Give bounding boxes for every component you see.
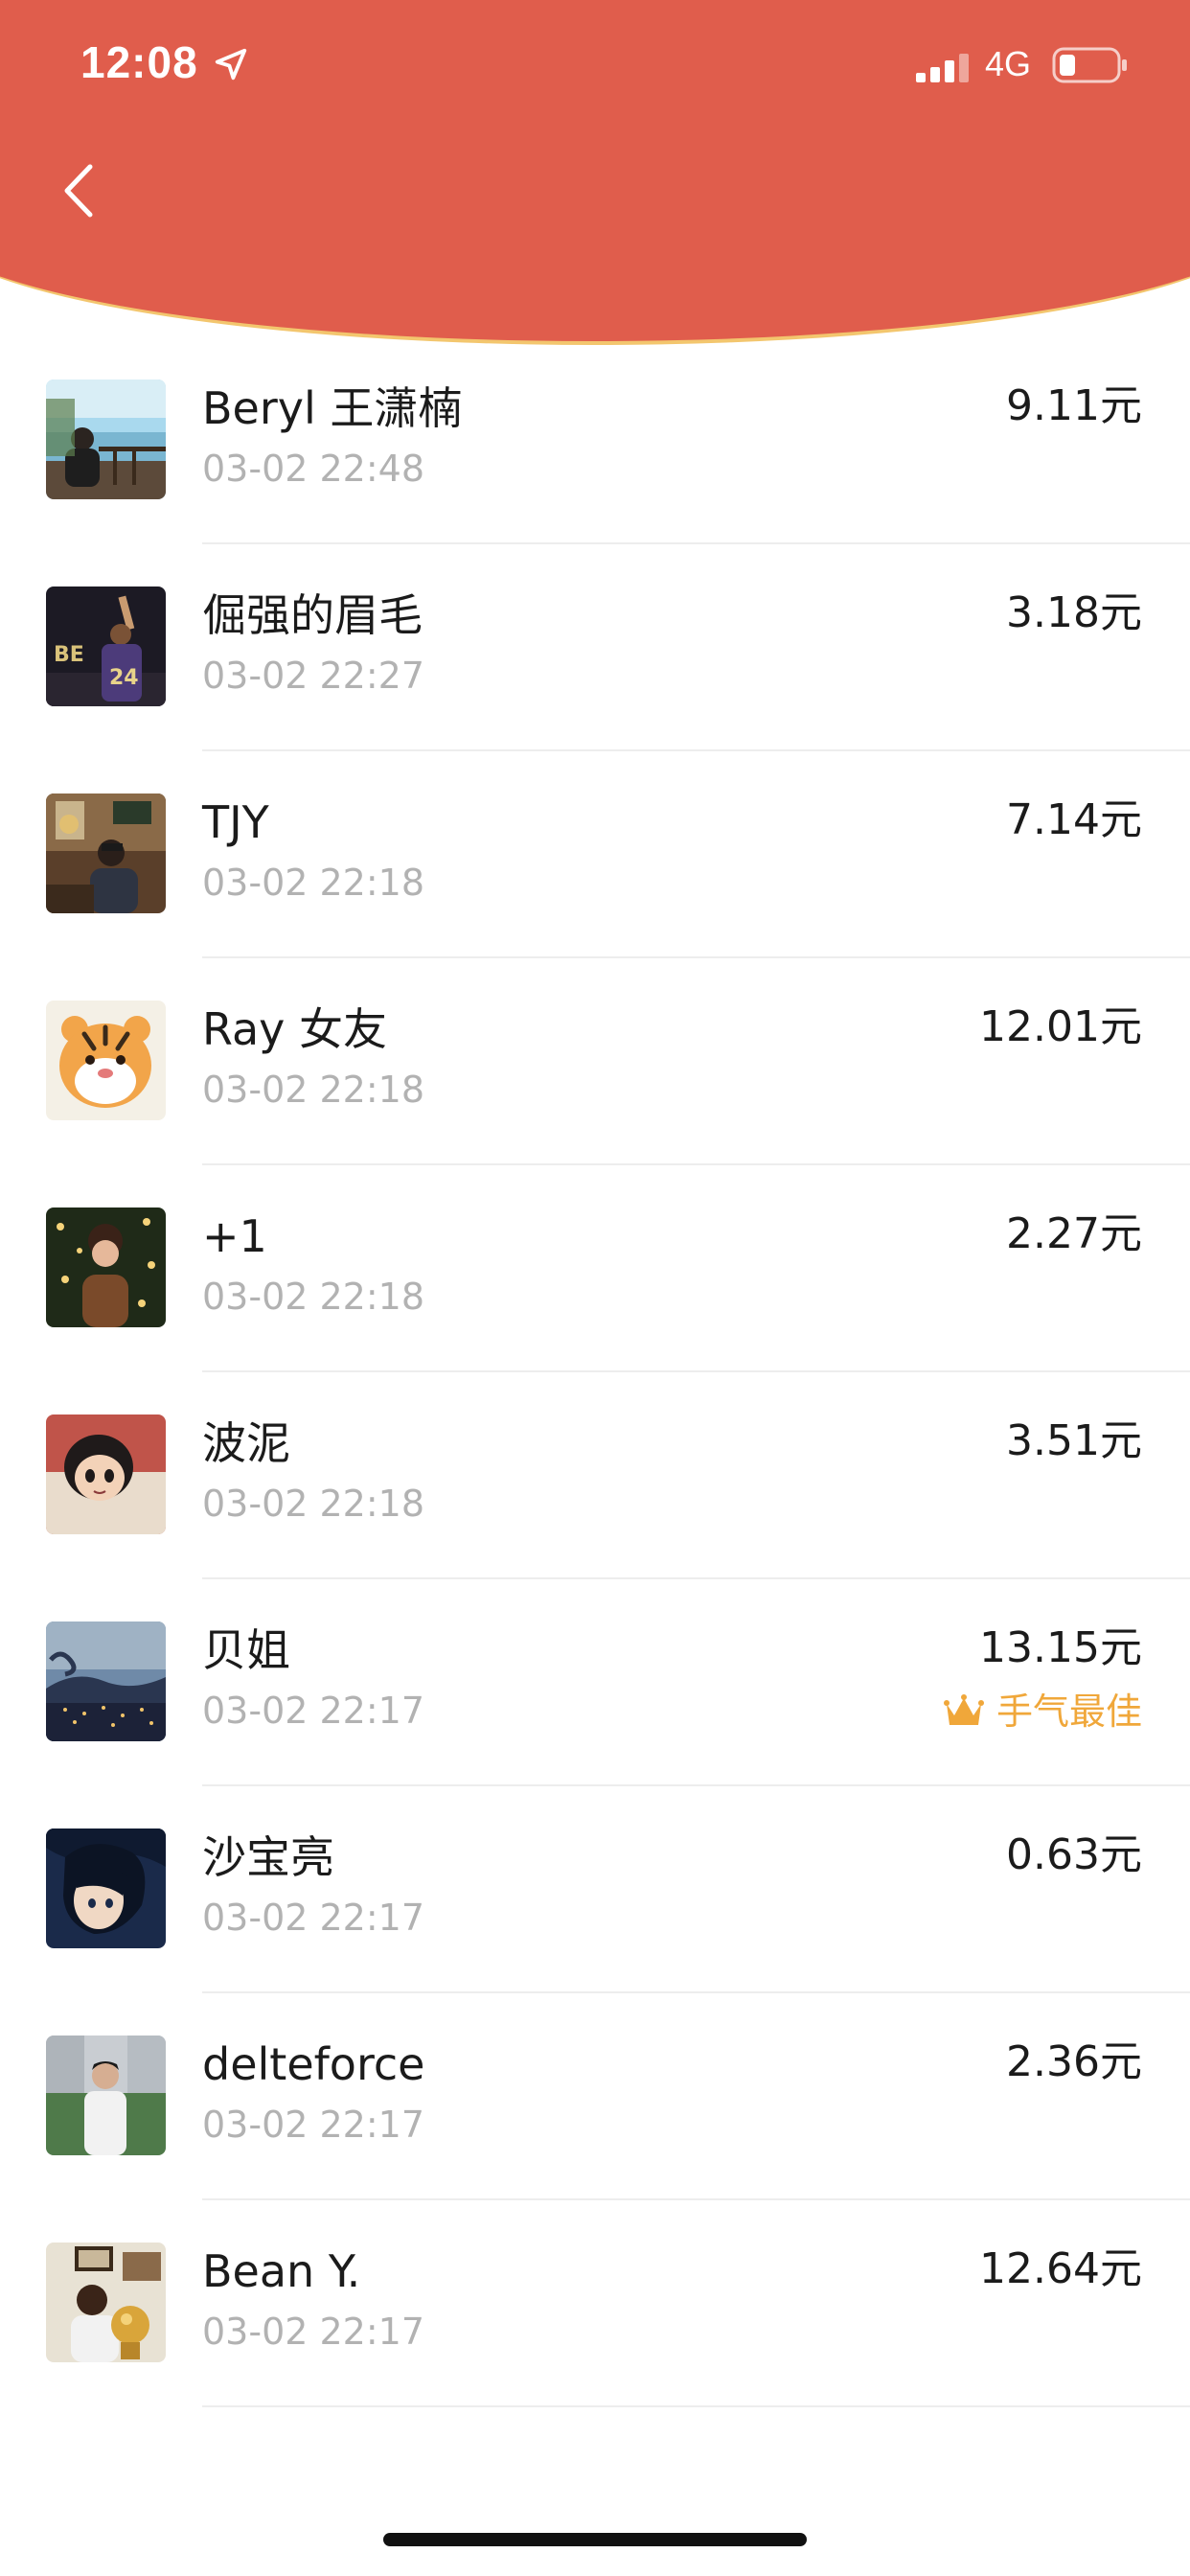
received-amount: 12.64元: [979, 2244, 1142, 2293]
list-item[interactable]: BE 24 倔强的眉毛 03-02 22:27 3.18元: [0, 544, 1190, 751]
avatar[interactable]: [46, 2036, 166, 2155]
recipient-name: +1: [202, 1210, 267, 1262]
received-time: 03-02 22:17: [202, 2104, 425, 2146]
recipient-name: TJY: [202, 796, 269, 848]
list-item[interactable]: Ray 女友 03-02 22:18 12.01元: [0, 958, 1190, 1165]
received-time: 03-02 22:18: [202, 862, 425, 904]
received-time: 03-02 22:27: [202, 655, 425, 697]
avatar[interactable]: [46, 1828, 166, 1948]
received-amount: 3.51元: [1006, 1416, 1142, 1465]
recipient-name: Beryl 王潇楠: [202, 382, 463, 434]
avatar[interactable]: [46, 1000, 166, 1120]
list-item[interactable]: +1 03-02 22:18 2.27元: [0, 1165, 1190, 1372]
recipient-name: 波泥: [202, 1417, 290, 1469]
avatar[interactable]: [46, 794, 166, 913]
received-amount: 9.11元: [1006, 381, 1142, 430]
best-luck-badge: 手气最佳: [943, 1685, 1142, 1738]
recipient-list: Beryl 王潇楠 03-02 22:48 9.11元 BE 24 倔强的眉毛 …: [0, 337, 1190, 2407]
battery-icon: [1052, 47, 1127, 83]
avatar[interactable]: [46, 1622, 166, 1741]
recipient-name: Ray 女友: [202, 1003, 387, 1055]
received-amount: 3.18元: [1006, 588, 1142, 637]
list-item[interactable]: Beryl 王潇楠 03-02 22:48 9.11元: [0, 337, 1190, 544]
list-item[interactable]: 沙宝亮 03-02 22:17 0.63元: [0, 1786, 1190, 1993]
avatar[interactable]: [46, 1414, 166, 1534]
received-time: 03-02 22:48: [202, 448, 425, 490]
list-item[interactable]: 贝姐 03-02 22:17 13.15元 手气最佳: [0, 1579, 1190, 1786]
back-chevron-icon[interactable]: [52, 157, 109, 224]
home-indicator[interactable]: [383, 2533, 807, 2546]
status-bar: 12:08 4G: [0, 0, 1190, 134]
recipient-name: Bean Y.: [202, 2245, 361, 2297]
divider: [202, 2405, 1190, 2407]
recipient-name: delteforce: [202, 2038, 425, 2090]
received-time: 03-02 22:18: [202, 1483, 425, 1525]
avatar[interactable]: BE 24: [46, 586, 166, 706]
received-amount: 12.01元: [979, 1002, 1142, 1051]
cellular-signal-icon: [916, 54, 969, 82]
recipient-name: 倔强的眉毛: [202, 589, 423, 641]
red-packet-detail-screen: 12:08 4G Beryl 王潇楠 03-02 22:48 9.11元 BE …: [0, 0, 1190, 2576]
received-time: 03-02 22:17: [202, 1897, 425, 1939]
received-amount: 13.15元: [979, 1623, 1142, 1672]
received-time: 03-02 22:17: [202, 2311, 425, 2353]
recipient-name: 沙宝亮: [202, 1831, 334, 1883]
recipient-name: 贝姐: [202, 1624, 290, 1676]
list-item[interactable]: Bean Y. 03-02 22:17 12.64元: [0, 2200, 1190, 2407]
svg-text:BE: BE: [54, 643, 84, 667]
list-item[interactable]: delteforce 03-02 22:17 2.36元: [0, 1993, 1190, 2200]
received-time: 03-02 22:17: [202, 1690, 425, 1732]
best-luck-label: 手气最佳: [995, 1690, 1142, 1733]
received-time: 03-02 22:18: [202, 1276, 425, 1318]
status-time: 12:08: [80, 37, 198, 87]
avatar[interactable]: [46, 380, 166, 499]
location-arrow-icon: [215, 48, 247, 80]
received-amount: 7.14元: [1006, 795, 1142, 844]
list-item[interactable]: 波泥 03-02 22:18 3.51元: [0, 1372, 1190, 1579]
received-amount: 2.27元: [1006, 1209, 1142, 1258]
avatar[interactable]: [46, 1208, 166, 1327]
received-amount: 2.36元: [1006, 2037, 1142, 2086]
received-amount: 0.63元: [1006, 1830, 1142, 1879]
crown-icon: [943, 1694, 984, 1725]
received-time: 03-02 22:18: [202, 1069, 425, 1111]
svg-text:24: 24: [109, 666, 139, 690]
list-item[interactable]: TJY 03-02 22:18 7.14元: [0, 751, 1190, 958]
avatar[interactable]: [46, 2242, 166, 2362]
network-type-label: 4G: [985, 44, 1032, 83]
